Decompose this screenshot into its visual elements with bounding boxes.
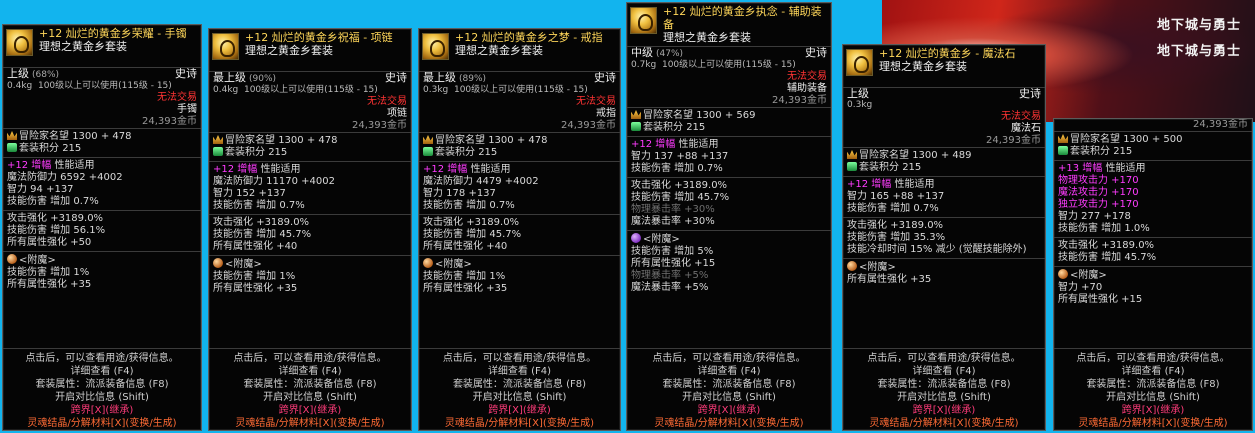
set-name: 理想之黄金乡套装 — [39, 40, 127, 53]
set-icon — [1058, 146, 1068, 155]
grade-pct: (68%) — [32, 70, 60, 80]
set-icon — [847, 162, 857, 171]
tooltip-bracelet: +12 灿烂的黄金乡荣耀 - 手镯 理想之黄金乡套装 上级 (68%) 史诗 0.4… — [2, 24, 202, 431]
game-logo-repeat: 地下城与勇士 — [1156, 44, 1241, 59]
set-icon — [7, 143, 17, 152]
enchant-orb-icon — [1058, 269, 1068, 279]
crown-icon — [1058, 134, 1068, 143]
bracelet-icon — [6, 29, 33, 56]
enchant-orb-icon — [631, 233, 641, 243]
tooltip-ring: +12 灿烂的黄金乡之梦 - 戒指 理想之黄金乡套装 最上级 (89%) 史诗 0.… — [418, 28, 621, 431]
item-title: +12 灿烂的黄金乡荣耀 - 手镯 — [39, 27, 187, 40]
item-type: 手镯 — [177, 104, 197, 115]
necklace-icon — [212, 33, 239, 60]
game-screen: { "banner": {"logo_line1": "地下城与勇士", "lo… — [0, 0, 1255, 433]
tooltip-necklace: +12 灿烂的黄金乡祝福 - 项链 理想之黄金乡套装 最上级 (90%) 史诗 0.… — [208, 28, 412, 431]
crown-icon — [7, 131, 17, 140]
game-logo: 地下城与勇士 — [1156, 18, 1241, 33]
level-req: 100级以上可以使用(115级 - 15) — [37, 81, 172, 91]
tooltip-support: +12 灿烂的黄金乡执念 - 辅助装备 理想之黄金乡套装 中级 (47%) 史诗 0… — [626, 2, 832, 431]
enchant-orb-icon — [847, 261, 857, 271]
support-equip-icon — [630, 7, 657, 34]
crown-icon — [631, 110, 641, 119]
enchant-orb-icon — [7, 254, 17, 264]
weight: 0.4kg — [7, 81, 33, 91]
grade: 上级 — [7, 67, 29, 80]
magic-stone-icon — [846, 49, 873, 76]
price: 24,393金币 — [142, 116, 197, 127]
trade-lock: 无法交易 — [157, 92, 197, 103]
crown-icon — [213, 135, 223, 144]
ring-icon — [422, 33, 449, 60]
set-icon — [423, 147, 433, 156]
set-icon — [213, 147, 223, 156]
rarity: 史诗 — [175, 67, 197, 80]
tooltip-earring: 24,393金币 冒险家名望 1300 + 500 套装积分 215 +13 增… — [1053, 118, 1253, 431]
adv-value: 1300 + 478 — [72, 131, 132, 142]
crown-icon — [847, 150, 857, 159]
crown-icon — [423, 135, 433, 144]
tooltip-magicstone: +12 灿烂的黄金乡 - 魔法石 理想之黄金乡套装 上级 史诗 0.3kg 无法交… — [842, 44, 1046, 431]
enchant-orb-icon — [423, 258, 433, 268]
enchant-orb-icon — [213, 258, 223, 268]
set-icon — [631, 122, 641, 131]
